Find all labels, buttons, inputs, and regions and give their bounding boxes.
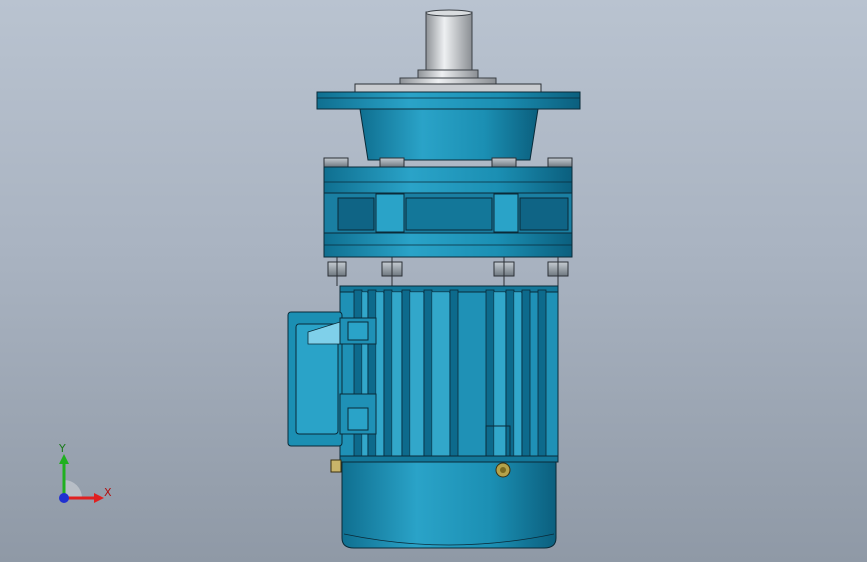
reducer-housing[interactable] (359, 108, 539, 161)
triad-axes-icon (59, 454, 104, 503)
y-axis-label: Y (59, 442, 66, 455)
motor-end-cap[interactable] (341, 461, 557, 549)
output-shaft[interactable] (399, 9, 497, 87)
coordinate-triad: Y X (40, 440, 130, 520)
graphics-viewport[interactable]: Y X (0, 0, 867, 562)
motor-body[interactable] (339, 285, 559, 463)
gear-motor-model[interactable] (0, 0, 867, 562)
x-axis-label: X (104, 486, 112, 499)
output-flange[interactable] (316, 83, 581, 110)
gear-stage-housing[interactable] (323, 166, 573, 258)
lower-bolts (327, 257, 569, 286)
drain-plug (330, 459, 342, 473)
ground-screw-icon (495, 462, 511, 478)
